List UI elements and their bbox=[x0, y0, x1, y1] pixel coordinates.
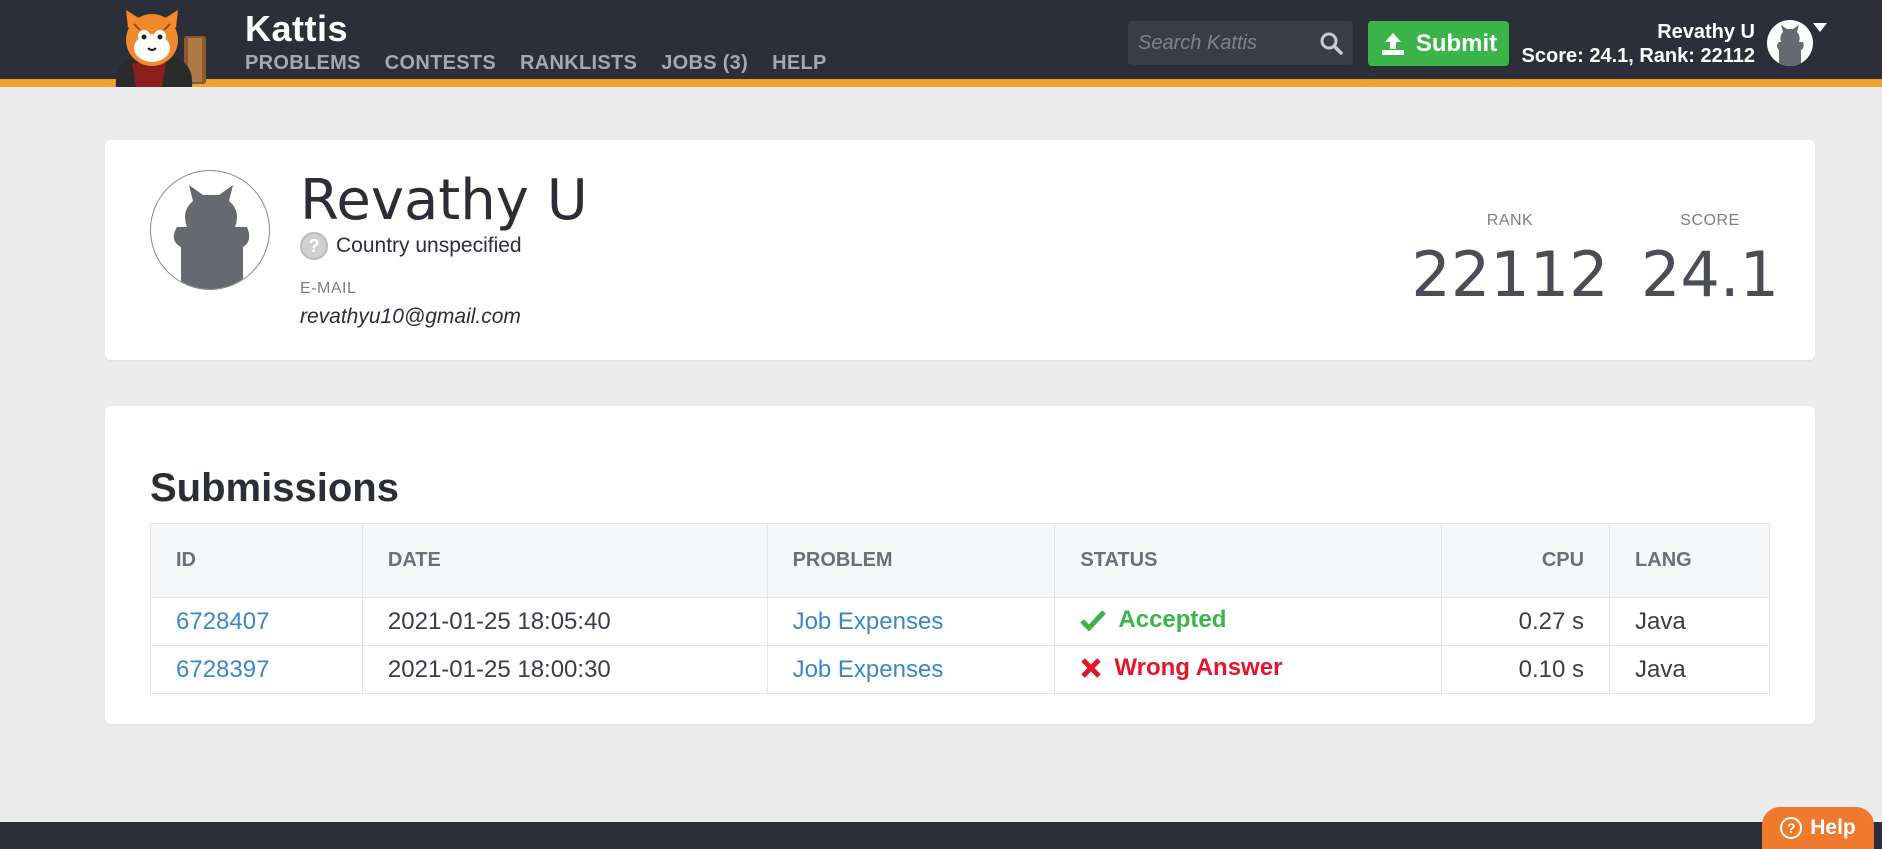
search-box bbox=[1128, 21, 1353, 65]
rank-stat: RANK 22112 bbox=[1405, 212, 1615, 311]
submission-date: 2021-01-25 18:05:40 bbox=[362, 597, 768, 646]
submission-id-link[interactable]: 6728397 bbox=[176, 656, 269, 683]
email-value: revathyu10@gmail.com bbox=[300, 305, 521, 328]
cat-silhouette-icon bbox=[173, 185, 250, 289]
col-date[interactable]: DATE bbox=[362, 523, 768, 598]
check-icon bbox=[1080, 609, 1107, 631]
question-icon: ? bbox=[1780, 817, 1803, 839]
cpu-time: 0.27 s bbox=[1441, 597, 1611, 646]
question-icon: ? bbox=[300, 232, 328, 260]
table-header-row: ID DATE PROBLEM STATUS CPU LANG bbox=[150, 523, 1770, 598]
nav-problems[interactable]: PROBLEMS bbox=[245, 52, 361, 75]
table-row: 6728407 2021-01-25 18:05:40 Job Expenses… bbox=[150, 597, 1770, 646]
status-badge: Accepted bbox=[1080, 606, 1226, 634]
rank-label: RANK bbox=[1486, 212, 1534, 229]
problem-link[interactable]: Job Expenses bbox=[793, 608, 944, 635]
search-input[interactable] bbox=[1138, 21, 1308, 65]
submission-id-link[interactable]: 6728407 bbox=[176, 608, 269, 635]
user-name: Revathy U bbox=[1657, 21, 1755, 43]
help-button[interactable]: ? Help bbox=[1762, 807, 1874, 849]
country-label: Country unspecified bbox=[336, 234, 522, 257]
submission-date: 2021-01-25 18:00:30 bbox=[362, 645, 768, 694]
profile-card: Revathy U ? Country unspecified E-MAIL r… bbox=[105, 140, 1815, 360]
chevron-down-icon[interactable] bbox=[1813, 23, 1827, 32]
nav-help[interactable]: HELP bbox=[772, 52, 827, 75]
language: Java bbox=[1609, 645, 1770, 694]
score-stat: SCORE 24.1 bbox=[1630, 212, 1790, 311]
submit-button[interactable]: Submit bbox=[1368, 21, 1509, 66]
upload-icon bbox=[1381, 32, 1404, 55]
submissions-title: Submissions bbox=[150, 466, 399, 510]
language: Java bbox=[1609, 597, 1770, 646]
email-label: E-MAIL bbox=[300, 280, 357, 297]
problem-link[interactable]: Job Expenses bbox=[793, 656, 944, 683]
top-navbar: Kattis PROBLEMS CONTESTS RANKLISTS JOBS … bbox=[0, 0, 1882, 87]
profile-avatar bbox=[150, 170, 270, 290]
brand-name[interactable]: Kattis bbox=[245, 8, 348, 50]
score-value: 24.1 bbox=[1640, 238, 1780, 311]
rank-value: 22112 bbox=[1411, 238, 1609, 311]
col-status[interactable]: STATUS bbox=[1054, 523, 1443, 598]
cat-silhouette-icon bbox=[1777, 25, 1804, 66]
status-badge: Wrong Answer bbox=[1080, 654, 1282, 682]
user-stats: Score: 24.1, Rank: 22112 bbox=[1521, 45, 1755, 67]
cpu-time: 0.10 s bbox=[1441, 645, 1611, 694]
submissions-table: ID DATE PROBLEM STATUS CPU LANG 6728407 … bbox=[150, 523, 1770, 694]
submit-label: Submit bbox=[1415, 29, 1498, 57]
search-icon[interactable] bbox=[1319, 31, 1343, 55]
nav-jobs[interactable]: JOBS (3) bbox=[661, 52, 748, 75]
submissions-card: Submissions ID DATE PROBLEM STATUS CPU L… bbox=[105, 406, 1815, 724]
nav-ranklists[interactable]: RANKLISTS bbox=[520, 52, 637, 75]
profile-name: Revathy U bbox=[300, 168, 588, 233]
status-text: Wrong Answer bbox=[1114, 653, 1283, 681]
table-row: 6728397 2021-01-25 18:00:30 Job Expenses… bbox=[150, 645, 1770, 694]
footer-bar bbox=[0, 822, 1882, 849]
main-nav: PROBLEMS CONTESTS RANKLISTS JOBS (3) HEL… bbox=[245, 52, 827, 75]
country-row: ? Country unspecified bbox=[300, 232, 522, 260]
kattis-logo[interactable] bbox=[104, 8, 228, 87]
x-icon bbox=[1081, 657, 1102, 678]
status-text: Accepted bbox=[1118, 605, 1227, 633]
score-label: SCORE bbox=[1680, 212, 1740, 229]
user-avatar[interactable] bbox=[1767, 20, 1813, 66]
nav-contests[interactable]: CONTESTS bbox=[385, 52, 496, 75]
col-id[interactable]: ID bbox=[150, 523, 363, 598]
col-cpu[interactable]: CPU bbox=[1441, 523, 1611, 598]
help-label: Help bbox=[1810, 816, 1856, 839]
user-menu[interactable]: Revathy U Score: 24.1, Rank: 22112 bbox=[1522, 20, 1755, 68]
col-problem[interactable]: PROBLEM bbox=[767, 523, 1056, 598]
col-lang[interactable]: LANG bbox=[1609, 523, 1770, 598]
